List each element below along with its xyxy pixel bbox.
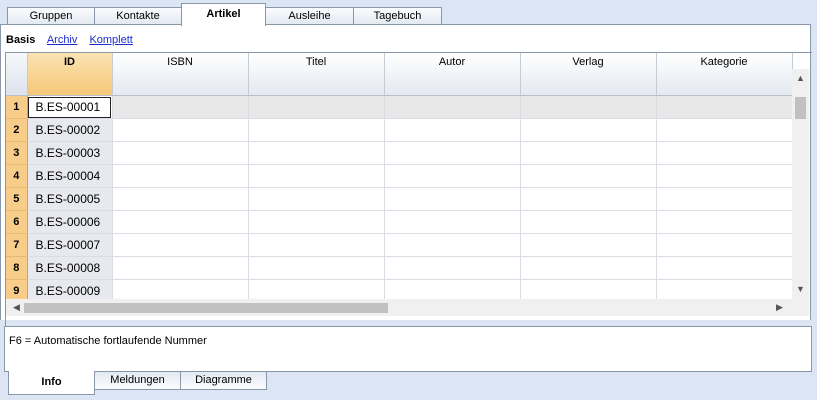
autor-cell[interactable] bbox=[384, 95, 521, 119]
autor-cell[interactable] bbox=[384, 141, 521, 165]
tab-artikel[interactable]: Artikel bbox=[181, 3, 266, 26]
autor-cell[interactable] bbox=[384, 210, 521, 234]
kategorie-cell[interactable] bbox=[656, 95, 793, 119]
titel-cell[interactable] bbox=[248, 95, 385, 119]
horizontal-scroll-thumb[interactable] bbox=[24, 303, 388, 313]
table-row: 6 B.ES-00006 bbox=[6, 210, 793, 234]
autor-cell[interactable] bbox=[384, 187, 521, 211]
id-cell[interactable]: B.ES-00002 bbox=[27, 118, 113, 142]
verlag-cell[interactable] bbox=[520, 164, 657, 188]
column-header-titel[interactable]: Titel bbox=[248, 53, 385, 96]
id-cell[interactable]: B.ES-00004 bbox=[27, 164, 113, 188]
tab-kontakte[interactable]: Kontakte bbox=[94, 7, 182, 24]
info-text: F6 = Automatische fortlaufende Nummer bbox=[9, 335, 207, 347]
verlag-cell[interactable] bbox=[520, 187, 657, 211]
isbn-cell[interactable] bbox=[112, 210, 249, 234]
column-header-isbn[interactable]: ISBN bbox=[112, 53, 249, 96]
top-tab-bar: Gruppen Kontakte Artikel Ausleihe Tagebu… bbox=[0, 0, 817, 26]
titel-cell[interactable] bbox=[248, 256, 385, 280]
titel-cell[interactable] bbox=[248, 233, 385, 257]
isbn-cell[interactable] bbox=[112, 233, 249, 257]
autor-cell[interactable] bbox=[384, 164, 521, 188]
tab-tagebuch[interactable]: Tagebuch bbox=[353, 7, 442, 24]
corner-cell[interactable] bbox=[6, 53, 28, 96]
id-cell[interactable]: B.ES-00003 bbox=[27, 141, 113, 165]
articles-table: ID ISBN Titel Autor Verlag Kategorie 1 B… bbox=[6, 53, 793, 303]
isbn-cell[interactable] bbox=[112, 95, 249, 119]
info-panel: F6 = Automatische fortlaufende Nummer bbox=[4, 326, 812, 372]
scroll-left-icon[interactable]: ◀ bbox=[8, 302, 25, 313]
isbn-cell[interactable] bbox=[112, 118, 249, 142]
tab-gruppen[interactable]: Gruppen bbox=[7, 7, 95, 24]
titel-cell[interactable] bbox=[248, 210, 385, 234]
scroll-down-icon[interactable]: ▼ bbox=[792, 284, 809, 294]
table-row: 5 B.ES-00005 bbox=[6, 187, 793, 211]
verlag-cell[interactable] bbox=[520, 118, 657, 142]
column-header-verlag[interactable]: Verlag bbox=[520, 53, 657, 96]
tab-ausleihe[interactable]: Ausleihe bbox=[265, 7, 354, 24]
kategorie-cell[interactable] bbox=[656, 187, 793, 211]
scroll-right-icon[interactable]: ▶ bbox=[771, 302, 788, 313]
scrollbar-corner bbox=[792, 299, 809, 316]
column-header-id[interactable]: ID bbox=[27, 53, 113, 96]
table-row: 3 B.ES-00003 bbox=[6, 141, 793, 165]
autor-cell[interactable] bbox=[384, 233, 521, 257]
column-header-kategorie[interactable]: Kategorie bbox=[656, 53, 793, 96]
verlag-cell[interactable] bbox=[520, 95, 657, 119]
id-cell[interactable]: B.ES-00001 bbox=[27, 95, 113, 119]
kategorie-cell[interactable] bbox=[656, 256, 793, 280]
isbn-cell[interactable] bbox=[112, 141, 249, 165]
id-cell[interactable]: B.ES-00007 bbox=[27, 233, 113, 257]
view-komplett[interactable]: Komplett bbox=[89, 34, 132, 46]
vertical-scrollbar[interactable]: ▲ ▼ bbox=[792, 69, 809, 299]
row-number[interactable]: 8 bbox=[6, 256, 28, 280]
tab-diagramme[interactable]: Diagramme bbox=[180, 372, 267, 390]
tab-info[interactable]: Info bbox=[8, 371, 95, 395]
titel-cell[interactable] bbox=[248, 118, 385, 142]
header-row: ID ISBN Titel Autor Verlag Kategorie bbox=[6, 53, 793, 96]
kategorie-cell[interactable] bbox=[656, 233, 793, 257]
verlag-cell[interactable] bbox=[520, 141, 657, 165]
row-number[interactable]: 3 bbox=[6, 141, 28, 165]
row-number[interactable]: 5 bbox=[6, 187, 28, 211]
vertical-scroll-thumb[interactable] bbox=[795, 97, 806, 119]
scroll-up-icon[interactable]: ▲ bbox=[792, 73, 809, 83]
view-archiv[interactable]: Archiv bbox=[47, 34, 78, 46]
row-number[interactable]: 7 bbox=[6, 233, 28, 257]
view-basis[interactable]: Basis bbox=[6, 34, 35, 46]
row-number[interactable]: 2 bbox=[6, 118, 28, 142]
view-switcher: Basis Archiv Komplett bbox=[6, 34, 142, 48]
id-cell[interactable]: B.ES-00008 bbox=[27, 256, 113, 280]
id-cell[interactable]: B.ES-00005 bbox=[27, 187, 113, 211]
kategorie-cell[interactable] bbox=[656, 210, 793, 234]
isbn-cell[interactable] bbox=[112, 187, 249, 211]
id-cell[interactable]: B.ES-00006 bbox=[27, 210, 113, 234]
titel-cell[interactable] bbox=[248, 187, 385, 211]
column-header-autor[interactable]: Autor bbox=[384, 53, 521, 96]
horizontal-scrollbar[interactable]: ◀ ▶ bbox=[6, 299, 792, 316]
verlag-cell[interactable] bbox=[520, 210, 657, 234]
table-row: 2 B.ES-00002 bbox=[6, 118, 793, 142]
row-number[interactable]: 4 bbox=[6, 164, 28, 188]
verlag-cell[interactable] bbox=[520, 256, 657, 280]
verlag-cell[interactable] bbox=[520, 233, 657, 257]
kategorie-cell[interactable] bbox=[656, 164, 793, 188]
tab-meldungen[interactable]: Meldungen bbox=[94, 372, 181, 390]
autor-cell[interactable] bbox=[384, 256, 521, 280]
table-row: 1 B.ES-00001 bbox=[6, 95, 793, 119]
main-panel: Basis Archiv Komplett ID ISBN Titel Auto… bbox=[0, 25, 812, 344]
table-row: 7 B.ES-00007 bbox=[6, 233, 793, 257]
table-row: 4 B.ES-00004 bbox=[6, 164, 793, 188]
titel-cell[interactable] bbox=[248, 164, 385, 188]
row-number[interactable]: 1 bbox=[6, 95, 28, 119]
isbn-cell[interactable] bbox=[112, 256, 249, 280]
tab-divider bbox=[0, 24, 811, 25]
isbn-cell[interactable] bbox=[112, 164, 249, 188]
autor-cell[interactable] bbox=[384, 118, 521, 142]
row-number[interactable]: 6 bbox=[6, 210, 28, 234]
titel-cell[interactable] bbox=[248, 141, 385, 165]
kategorie-cell[interactable] bbox=[656, 141, 793, 165]
kategorie-cell[interactable] bbox=[656, 118, 793, 142]
table-row: 8 B.ES-00008 bbox=[6, 256, 793, 280]
